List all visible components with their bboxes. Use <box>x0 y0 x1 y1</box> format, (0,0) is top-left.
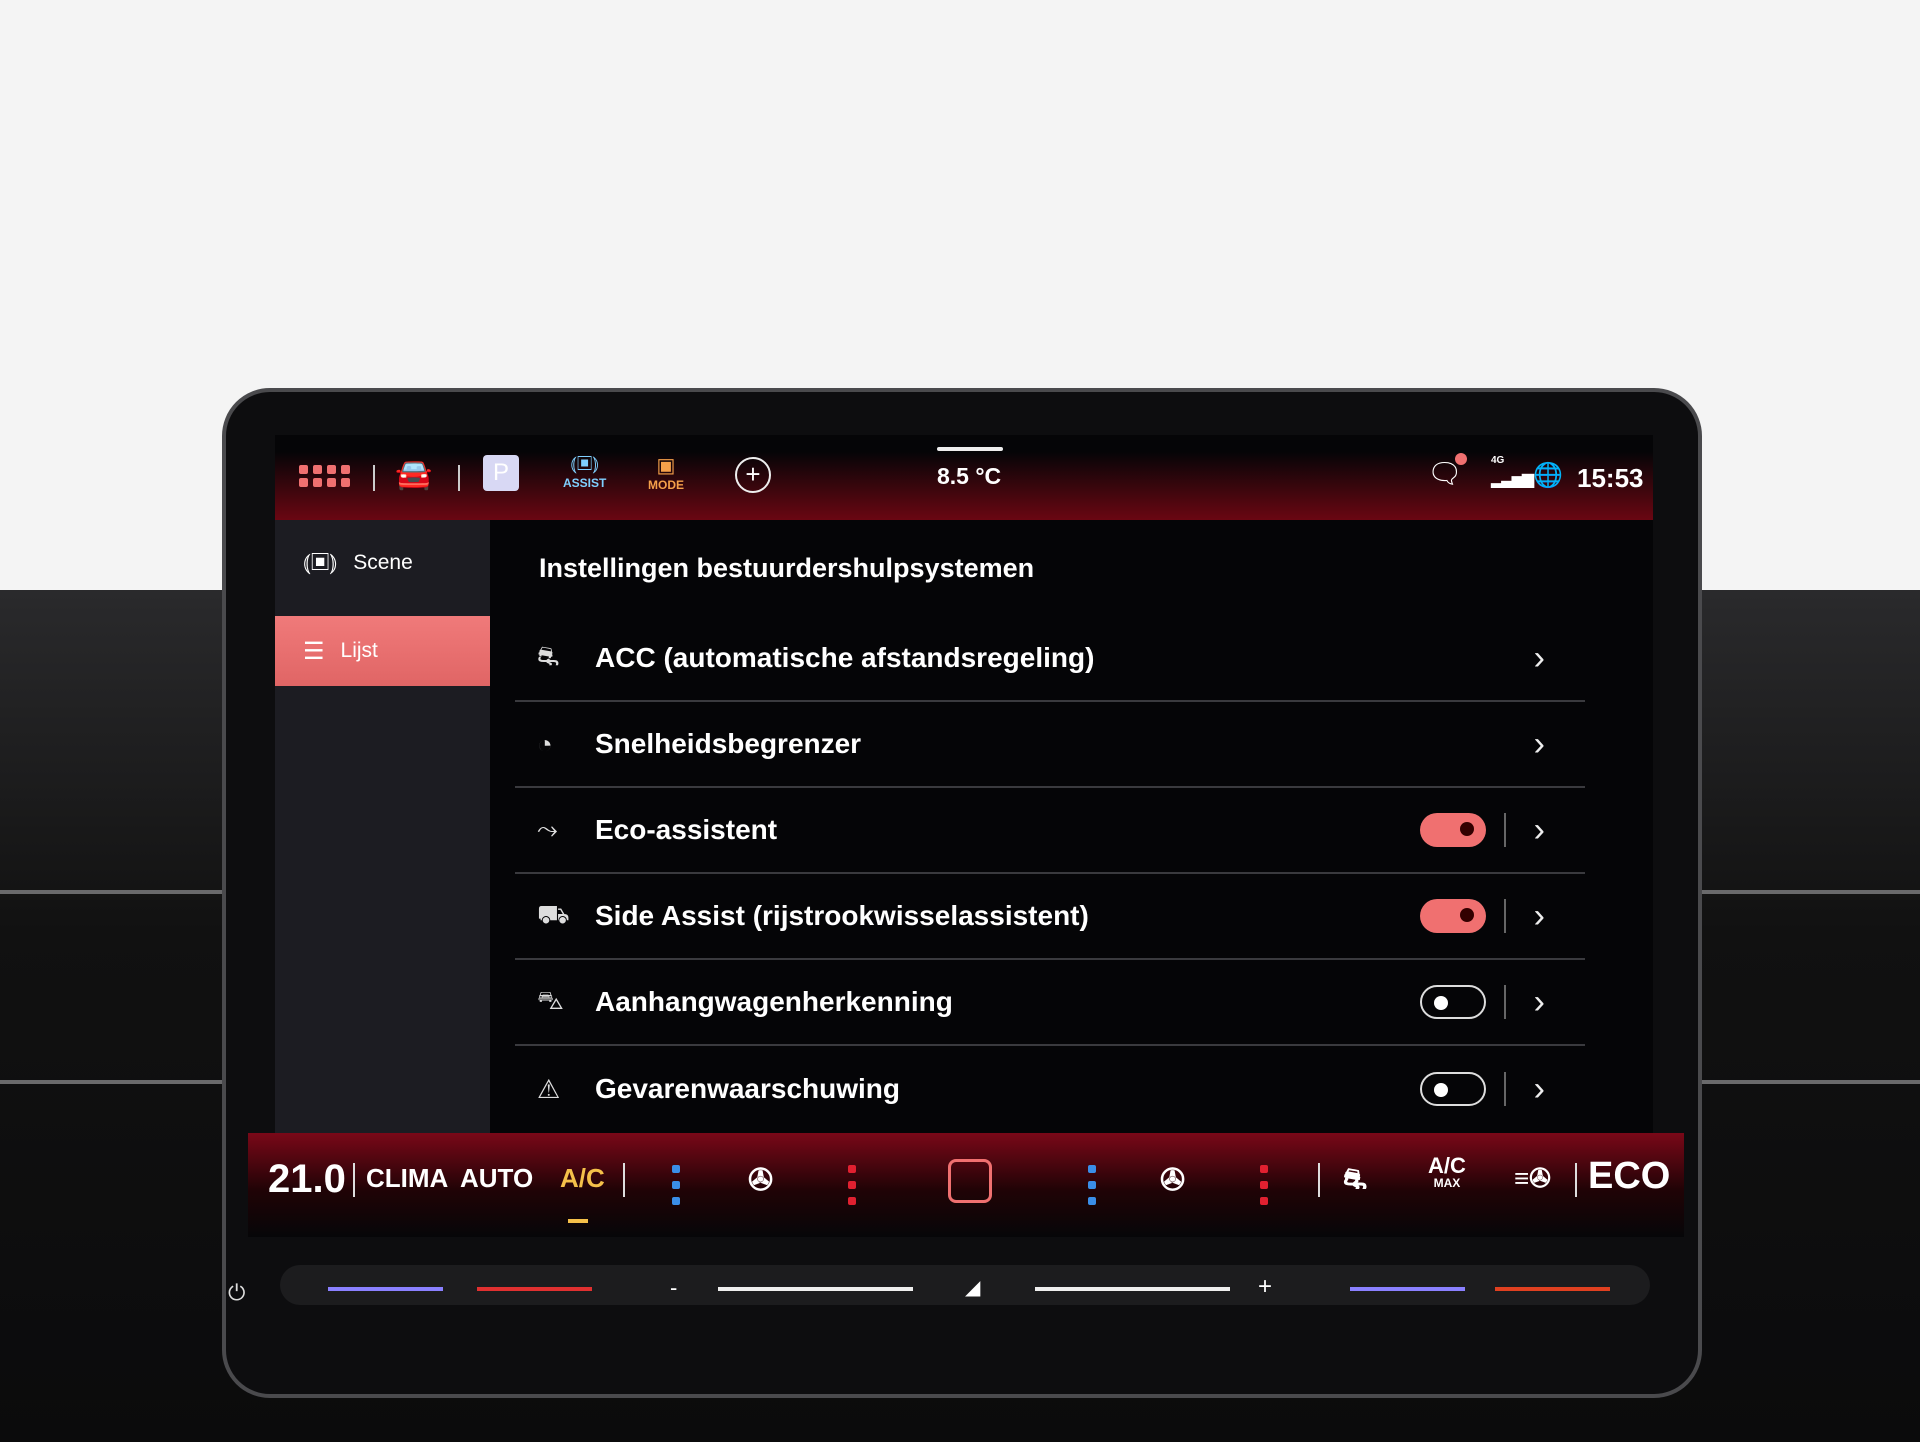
list-item-label: Gevarenwaarschuwing <box>595 1073 901 1104</box>
divider <box>1503 813 1506 847</box>
network-label: 4G <box>1491 455 1505 466</box>
climate-bar: 21.0 CLIMA AUTO A/C ✇ ✇ ⛐ A/C MAX ≡✇ ECO <box>248 1133 1684 1237</box>
volume-minus[interactable]: - <box>670 1275 677 1301</box>
pull-down-handle[interactable] <box>937 447 1003 451</box>
ac-max-sublabel: MAX <box>1433 1176 1461 1190</box>
acc-icon: ⛐ <box>537 640 560 671</box>
ac-button[interactable]: A/C <box>560 1163 605 1194</box>
chevron-right-icon[interactable]: › <box>1534 811 1545 850</box>
mode-button[interactable]: ▣ MODE <box>648 453 684 492</box>
recirculation-icon[interactable]: ⛐ <box>1343 1163 1367 1199</box>
list-item-label: Snelheidsbegrenzer <box>595 728 862 759</box>
chevron-right-icon[interactable]: › <box>1534 725 1545 764</box>
touch-slider-bar[interactable]: - ◢ + <box>280 1265 1650 1305</box>
chevron-right-icon[interactable]: › <box>1534 983 1545 1022</box>
mode-car-icon: ▣ <box>656 455 676 477</box>
mode-label: MODE <box>648 478 684 492</box>
speed-limiter-icon: ◔ <box>537 728 553 759</box>
car-scene-icon: ⦅▣⦆ <box>303 549 338 576</box>
assist-button[interactable]: ⦅▣⦆ ASSIST <box>563 453 606 490</box>
volume-plus[interactable]: + <box>1258 1273 1272 1301</box>
add-shortcut-icon[interactable]: + <box>735 457 771 493</box>
divider <box>1503 985 1506 1019</box>
divider <box>458 465 460 491</box>
sidebar-item-label: Lijst <box>340 639 378 662</box>
seat-cool-right-level[interactable] <box>1088 1165 1096 1205</box>
globe-icon: 🌐 <box>1533 462 1563 489</box>
sidebar: ⦅▣⦆ Scene ☰ Lijst <box>275 520 490 1135</box>
car-icon[interactable]: 🚘 <box>395 457 432 492</box>
list-item-trailer[interactable]: ⛍ Aanhangwagenherkenning › <box>515 960 1585 1046</box>
trailer-icon: ⛍ <box>537 984 564 1015</box>
chevron-right-icon[interactable]: › <box>1534 897 1545 936</box>
hazard-warning-icon: ⚠ <box>537 1073 561 1104</box>
signal-icon: ▂▃▅▆ <box>1491 471 1534 488</box>
assist-label: ASSIST <box>563 476 607 490</box>
divider <box>1503 1072 1506 1106</box>
seat-ventilation-left-icon[interactable]: ✇ <box>748 1163 773 1198</box>
chevron-right-icon[interactable]: › <box>1534 1070 1545 1109</box>
list-item-hazard-warning[interactable]: ⚠ Gevarenwaarschuwing › <box>515 1046 1585 1132</box>
list-item-acc[interactable]: ⛐ ACC (automatische afstandsregeling) › <box>515 616 1585 702</box>
sidebar-item-lijst[interactable]: ☰ Lijst <box>275 616 490 686</box>
page-title: Instellingen bestuurdershulpsystemen <box>539 553 1035 583</box>
divider <box>1318 1163 1320 1197</box>
outside-temperature: 8.5 °C <box>937 463 1002 489</box>
seat-cool-left-level[interactable] <box>672 1165 680 1205</box>
auto-button[interactable]: AUTO <box>460 1163 533 1194</box>
volume-icon: ◢ <box>965 1277 981 1299</box>
trailer-toggle[interactable] <box>1419 985 1486 1019</box>
sidebar-item-scene[interactable]: ⦅▣⦆ Scene <box>275 528 490 598</box>
eco-assist-icon: ⤳ <box>537 814 558 844</box>
status-bar: 🚘 P ⦅▣⦆ ASSIST ▣ MODE + 8.5 °C 🗨 4G ▂▃▅▆… <box>275 435 1653 520</box>
seat-ventilation-right-icon[interactable]: ✇ <box>1160 1163 1185 1198</box>
temp-left-cold-indicator <box>328 1287 443 1291</box>
ac-max-label: A/C <box>1428 1153 1466 1178</box>
settings-list: Instellingen bestuurdershulpsystemen ⛐ A… <box>490 520 1653 1135</box>
list-item-label: Eco-assistent <box>595 814 778 845</box>
parking-button[interactable]: P <box>483 455 519 491</box>
divider <box>1503 899 1506 933</box>
temperature-setting[interactable]: 21.0 <box>268 1157 346 1202</box>
list-item-eco-assist[interactable]: ⤳ Eco-assistent › <box>515 788 1585 874</box>
seat-heat-right-level[interactable] <box>1260 1165 1268 1205</box>
side-assist-toggle[interactable] <box>1419 899 1486 933</box>
list-icon: ☰ <box>303 637 325 665</box>
ac-max-button[interactable]: A/C MAX <box>1428 1153 1466 1190</box>
temp-left-warm-indicator <box>477 1287 592 1291</box>
list-item-label: ACC (automatische afstandsregeling) <box>595 642 1095 673</box>
notification-dot <box>1455 453 1467 465</box>
eco-assist-toggle[interactable] <box>1419 813 1486 847</box>
temp-right-warm-indicator <box>1495 1287 1610 1291</box>
clima-button[interactable]: CLIMA <box>366 1163 448 1194</box>
apps-grid-icon[interactable] <box>299 465 350 487</box>
eco-button[interactable]: ECO <box>1588 1155 1670 1198</box>
hazard-warning-toggle[interactable] <box>1419 1072 1486 1106</box>
seat-heat-left-level[interactable] <box>848 1165 856 1205</box>
list-item-side-assist[interactable]: ⛟ Side Assist (rijstrookwisselassistent)… <box>515 874 1585 960</box>
list-item-label: Aanhangwagenherkenning <box>595 986 953 1017</box>
home-button[interactable] <box>948 1159 992 1203</box>
divider <box>353 1163 355 1197</box>
assist-icon: ⦅▣⦆ <box>570 453 599 475</box>
list-item-label: Side Assist (rijstrookwisselassistent) <box>595 900 1089 931</box>
windshield-defrost-icon[interactable]: ≡✇ <box>1514 1163 1551 1194</box>
volume-slider-right[interactable] <box>1035 1287 1230 1291</box>
chevron-right-icon[interactable]: › <box>1534 639 1545 678</box>
divider <box>623 1163 625 1197</box>
side-assist-icon: ⛟ <box>537 898 570 929</box>
power-icon[interactable]: ⏻ <box>228 1280 245 1306</box>
infotainment-screen: 🚘 P ⦅▣⦆ ASSIST ▣ MODE + 8.5 °C 🗨 4G ▂▃▅▆… <box>275 435 1653 1135</box>
sidebar-item-label: Scene <box>353 551 413 574</box>
ac-active-indicator <box>568 1219 588 1223</box>
divider <box>1575 1163 1577 1197</box>
clock: 15:53 <box>1577 463 1644 493</box>
volume-slider-left[interactable] <box>718 1287 913 1291</box>
divider <box>373 465 375 491</box>
temp-right-cold-indicator <box>1350 1287 1465 1291</box>
list-item-speed-limiter[interactable]: ◔ Snelheidsbegrenzer › <box>515 702 1585 788</box>
